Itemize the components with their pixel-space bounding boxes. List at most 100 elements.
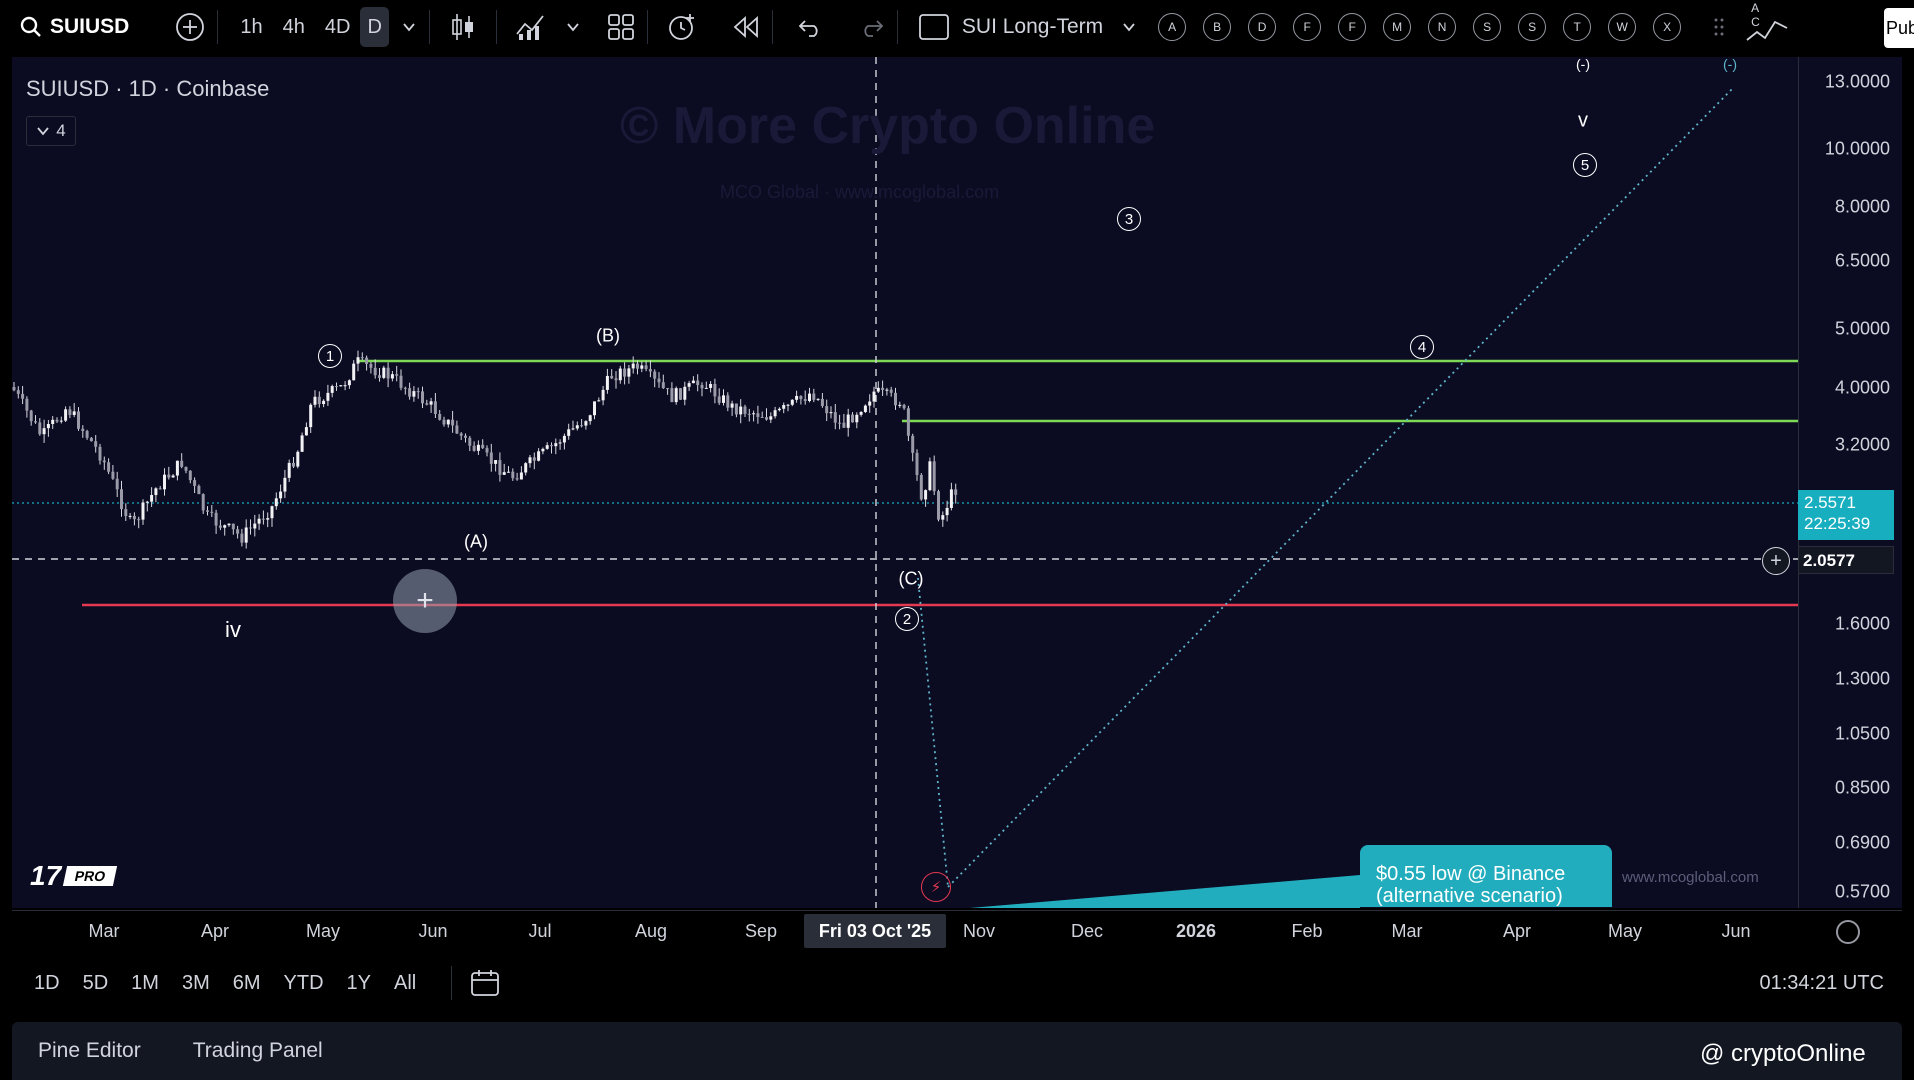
wave-label-1[interactable]: 1 — [318, 344, 342, 368]
candle-body — [489, 452, 493, 464]
range-button-1m[interactable]: 1M — [131, 972, 159, 995]
indicators-dropdown[interactable] — [565, 7, 581, 47]
alert-letter-button[interactable]: D — [1248, 13, 1277, 41]
publish-button[interactable]: Pub — [1884, 8, 1914, 48]
candle-body — [795, 395, 799, 400]
interval-1h[interactable]: 1h — [230, 7, 272, 47]
candle-body — [386, 367, 390, 379]
wave-label-B[interactable]: (B) — [596, 326, 620, 347]
candle-body — [640, 365, 644, 369]
candle-body — [292, 462, 295, 467]
layout-dropdown[interactable] — [1121, 7, 1137, 47]
interval-4d[interactable]: 4D — [315, 7, 361, 47]
range-button-6m[interactable]: 6M — [233, 972, 261, 995]
tab-pine-editor[interactable]: Pine Editor — [38, 1039, 141, 1063]
candle-body — [481, 444, 485, 449]
candle-body — [666, 388, 670, 390]
indicator-collapse-toggle[interactable]: 4 — [26, 116, 76, 146]
alert-letter-button[interactable]: N — [1428, 13, 1457, 41]
candle-body — [72, 411, 76, 415]
candle-body — [16, 390, 20, 394]
price-scale[interactable]: 13.0000 10.0000 8.0000 6.5000 5.0000 4.0000 3.… — [1798, 57, 1902, 908]
tab-trading-panel[interactable]: Trading Panel — [193, 1039, 323, 1063]
chevron-down-icon — [403, 23, 415, 32]
alternative-scenario-callout[interactable]: $0.55 low @ Binance (alternative scenari… — [1360, 845, 1612, 907]
chart-legend-title[interactable]: SUIUSD · 1D · Coinbase — [26, 76, 269, 102]
candle-body — [661, 382, 665, 389]
chart-compare-button[interactable]: A C — [1745, 1, 1789, 47]
candle-body — [64, 409, 68, 421]
lightning-icon[interactable]: ⚡ — [921, 872, 951, 902]
candle-body — [77, 411, 80, 429]
tradingview-mark: 17 — [30, 860, 62, 891]
wave-5-projection[interactable] — [947, 86, 1735, 888]
compare-add-button[interactable] — [175, 7, 205, 47]
wave-label-top-left[interactable]: (-) — [1576, 56, 1590, 72]
wave-label-C[interactable]: (C) — [899, 569, 924, 590]
wave-label-A[interactable]: (A) — [464, 532, 488, 553]
candlestick-series — [12, 350, 958, 549]
candle-body — [102, 460, 106, 463]
symbol-search[interactable]: SUIUSD — [20, 7, 129, 47]
interval-dropdown[interactable] — [401, 7, 417, 47]
wave-label-top-right[interactable]: (-) — [1723, 56, 1737, 72]
wave-label-iv[interactable]: iv — [225, 617, 241, 643]
alert-letter-button[interactable]: F — [1338, 13, 1367, 41]
range-button-all[interactable]: All — [394, 972, 416, 995]
candle-body — [511, 471, 515, 479]
wave-label-2[interactable]: 2 — [895, 607, 919, 631]
candle-body — [442, 419, 446, 425]
alert-button[interactable] — [666, 7, 698, 47]
undo-button[interactable] — [797, 7, 823, 47]
wave-2-projection[interactable] — [917, 577, 949, 888]
replay-button[interactable] — [732, 7, 760, 47]
interval-4h[interactable]: 4h — [273, 7, 315, 47]
callout-line-1: $0.55 low @ Binance — [1376, 863, 1566, 885]
layout-button[interactable]: SUI Long-Term — [918, 7, 1103, 47]
redo-icon — [864, 20, 884, 37]
range-button-1d[interactable]: 1D — [34, 972, 60, 995]
candle-body — [872, 391, 876, 402]
wave-label-4[interactable]: 4 — [1410, 335, 1434, 359]
alert-letter-button[interactable]: S — [1473, 13, 1502, 41]
alert-letter-button[interactable]: S — [1518, 13, 1547, 41]
candle-body — [25, 398, 29, 411]
range-button-5d[interactable]: 5D — [83, 972, 109, 995]
alert-letter-button[interactable]: A — [1158, 13, 1187, 41]
candle-body — [747, 413, 751, 415]
calendar-icon[interactable] — [470, 969, 502, 997]
candle-body — [188, 470, 192, 481]
time-axis[interactable]: Mar Apr May Jun Jul Aug Sep Nov Dec 2026 Feb Mar Apr… — [12, 910, 1902, 952]
candle-body — [360, 357, 364, 359]
drag-handle[interactable] — [1713, 7, 1725, 47]
candle-body — [885, 389, 889, 391]
utc-clock[interactable]: 01:34:21 UTC — [1759, 972, 1884, 995]
alert-letter-button[interactable]: W — [1608, 13, 1637, 41]
indicators-button[interactable] — [515, 7, 547, 47]
add-alert-plus-icon[interactable]: + — [1762, 547, 1790, 575]
alert-letter-button[interactable]: M — [1383, 13, 1412, 41]
candle-body — [416, 391, 420, 393]
templates-button[interactable] — [607, 7, 635, 47]
wave-label-5[interactable]: 5 — [1573, 153, 1597, 177]
candle-body — [412, 391, 416, 397]
candle-body — [451, 419, 455, 426]
wave-label-v[interactable]: v — [1578, 110, 1588, 133]
candle-body — [261, 518, 265, 520]
wave-label-3[interactable]: 3 — [1117, 207, 1141, 231]
gear-icon[interactable] — [1836, 920, 1860, 944]
tradingview-logo[interactable]: 17 PRO — [30, 860, 118, 892]
range-button-1y[interactable]: 1Y — [347, 972, 371, 995]
interval-d[interactable]: D — [360, 7, 389, 47]
chevron-down-icon — [37, 127, 49, 136]
range-button-3m[interactable]: 3M — [182, 972, 210, 995]
redo-button[interactable] — [859, 7, 885, 47]
candle-body — [846, 414, 850, 428]
alert-letter-button[interactable]: F — [1293, 13, 1322, 41]
alert-letter-button[interactable]: T — [1563, 13, 1592, 41]
range-button-ytd[interactable]: YTD — [284, 972, 324, 995]
candle-body — [820, 398, 824, 407]
chart-type-button[interactable] — [450, 7, 476, 47]
alert-letter-button[interactable]: X — [1653, 13, 1682, 41]
alert-letter-button[interactable]: B — [1203, 13, 1232, 41]
